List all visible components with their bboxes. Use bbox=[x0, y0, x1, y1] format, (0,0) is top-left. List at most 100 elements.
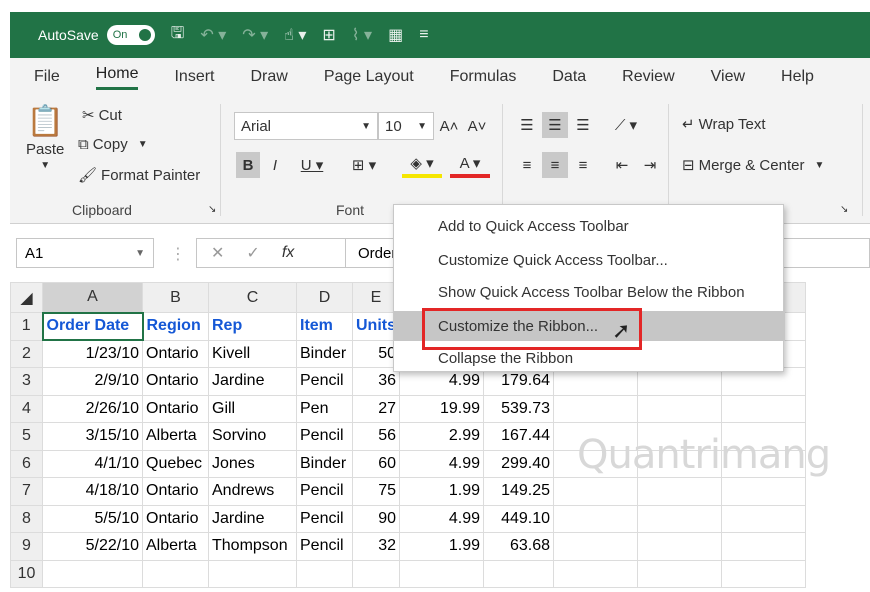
cell[interactable] bbox=[721, 394, 806, 423]
cell[interactable]: 4/18/10 bbox=[42, 477, 143, 506]
cell[interactable]: Andrews bbox=[208, 477, 297, 506]
cell[interactable]: Thompson bbox=[208, 532, 297, 561]
tab-review[interactable]: Review bbox=[622, 68, 674, 86]
cell[interactable]: Region bbox=[142, 312, 209, 341]
column-header[interactable]: C bbox=[208, 282, 297, 313]
cell[interactable]: 167.44 bbox=[483, 422, 554, 451]
cell[interactable] bbox=[637, 559, 722, 588]
cell[interactable]: 19.99 bbox=[399, 394, 484, 423]
row-header[interactable]: 3 bbox=[10, 367, 43, 396]
cell[interactable]: 1.99 bbox=[399, 477, 484, 506]
cell[interactable]: Order Date bbox=[41, 311, 144, 341]
dialog-launcher-icon[interactable]: ↘ bbox=[840, 204, 848, 215]
cell[interactable]: 5/5/10 bbox=[42, 504, 143, 533]
cell[interactable]: 5/22/10 bbox=[42, 532, 143, 561]
column-header[interactable]: A bbox=[42, 282, 143, 314]
cell[interactable]: 3/15/10 bbox=[42, 422, 143, 451]
autosave-toggle[interactable]: On bbox=[106, 25, 155, 45]
menu-item-customize-qat[interactable]: Customize Quick Access Toolbar... bbox=[394, 245, 785, 275]
cell[interactable]: Item bbox=[296, 312, 353, 341]
cell[interactable] bbox=[553, 504, 638, 533]
align-bottom-icon[interactable]: ☰ bbox=[572, 112, 594, 138]
customize-qat-icon[interactable]: ≡ bbox=[419, 26, 428, 44]
cell[interactable]: Pencil bbox=[296, 422, 353, 451]
row-header[interactable]: 4 bbox=[10, 394, 43, 423]
cell[interactable] bbox=[42, 559, 143, 588]
cell[interactable]: Quebec bbox=[142, 449, 209, 478]
cell[interactable] bbox=[142, 559, 209, 588]
cell[interactable]: Jones bbox=[208, 449, 297, 478]
tab-page-layout[interactable]: Page Layout bbox=[324, 68, 414, 86]
wrap-text-button[interactable]: ↵ Wrap Text bbox=[682, 115, 766, 134]
cell[interactable] bbox=[721, 532, 806, 561]
cell[interactable]: 75 bbox=[352, 477, 400, 506]
cell[interactable] bbox=[399, 559, 484, 588]
cell[interactable]: Pencil bbox=[296, 504, 353, 533]
cell[interactable] bbox=[296, 559, 353, 588]
increase-font-icon[interactable]: A˄ bbox=[438, 113, 460, 139]
cell[interactable] bbox=[721, 504, 806, 533]
cell[interactable]: 4/1/10 bbox=[42, 449, 143, 478]
italic-icon[interactable]: I bbox=[264, 152, 286, 178]
row-header[interactable]: 9 bbox=[10, 532, 43, 561]
borders-icon[interactable]: ⊞ ▾ bbox=[344, 152, 384, 178]
menu-item-show-qat-below[interactable]: Show Quick Access Toolbar Below the Ribb… bbox=[394, 277, 785, 307]
enter-icon[interactable]: ✓ bbox=[246, 243, 259, 263]
cell[interactable]: 449.10 bbox=[483, 504, 554, 533]
cell[interactable]: Gill bbox=[208, 394, 297, 423]
row-header[interactable]: 6 bbox=[10, 449, 43, 478]
cell[interactable] bbox=[553, 394, 638, 423]
cell[interactable]: 149.25 bbox=[483, 477, 554, 506]
cell[interactable]: 4.99 bbox=[399, 504, 484, 533]
cell[interactable]: Alberta bbox=[142, 422, 209, 451]
cell[interactable] bbox=[637, 477, 722, 506]
tab-insert[interactable]: Insert bbox=[174, 68, 214, 86]
calculator-icon[interactable]: ▦ bbox=[388, 25, 403, 45]
cell[interactable]: 2/9/10 bbox=[42, 367, 143, 396]
cell[interactable]: Jardine bbox=[208, 367, 297, 396]
cell[interactable]: 32 bbox=[352, 532, 400, 561]
paste-button[interactable]: 📋 Paste ▼ bbox=[26, 104, 64, 171]
cell[interactable] bbox=[637, 504, 722, 533]
cell[interactable]: Pen bbox=[296, 394, 353, 423]
hierarchy-icon[interactable]: ⊞ bbox=[322, 25, 335, 45]
name-box[interactable]: A1 ▼ bbox=[16, 238, 154, 268]
align-left-icon[interactable]: ≡ bbox=[516, 152, 538, 178]
font-size-select[interactable]: 10 ▼ bbox=[378, 112, 434, 140]
bold-icon[interactable]: B bbox=[236, 152, 260, 178]
fill-color-icon[interactable]: ◈ ▾ bbox=[402, 152, 442, 178]
row-header[interactable]: 1 bbox=[10, 312, 43, 341]
cell[interactable]: Ontario bbox=[142, 504, 209, 533]
cell[interactable]: Kivell bbox=[208, 339, 297, 368]
cell[interactable]: Pencil bbox=[296, 532, 353, 561]
undo-icon[interactable]: ↶ ▾ bbox=[200, 25, 226, 45]
cell[interactable] bbox=[352, 559, 400, 588]
align-top-icon[interactable]: ☰ bbox=[516, 112, 538, 138]
align-middle-icon[interactable]: ☰ bbox=[542, 112, 568, 138]
cell[interactable]: Ontario bbox=[142, 339, 209, 368]
chart-icon[interactable]: ⌇ ▾ bbox=[352, 25, 372, 45]
cell[interactable] bbox=[483, 559, 554, 588]
row-header[interactable]: 10 bbox=[10, 559, 43, 588]
dialog-launcher-icon[interactable]: ↘ bbox=[208, 204, 216, 215]
font-name-select[interactable]: Arial ▼ bbox=[234, 112, 378, 140]
cell[interactable] bbox=[721, 559, 806, 588]
cell[interactable]: Ontario bbox=[142, 394, 209, 423]
column-header[interactable]: B bbox=[142, 282, 209, 313]
select-all-corner[interactable]: ◢ bbox=[10, 282, 43, 313]
increase-indent-icon[interactable]: ⇥ bbox=[638, 152, 662, 178]
cell[interactable]: 539.73 bbox=[483, 394, 554, 423]
row-header[interactable]: 5 bbox=[10, 422, 43, 451]
cancel-icon[interactable]: ✕ bbox=[211, 243, 224, 263]
cut-button[interactable]: ✂ Cut bbox=[82, 106, 122, 125]
tab-help[interactable]: Help bbox=[781, 68, 814, 86]
save-icon[interactable]: 🖫 bbox=[171, 22, 185, 49]
cell[interactable] bbox=[721, 477, 806, 506]
decrease-indent-icon[interactable]: ⇤ bbox=[610, 152, 634, 178]
menu-item-add-to-qat[interactable]: Add to Quick Access Toolbar bbox=[394, 211, 785, 241]
cell[interactable]: Binder bbox=[296, 449, 353, 478]
cell[interactable]: Pencil bbox=[296, 477, 353, 506]
column-header[interactable]: D bbox=[296, 282, 353, 313]
cell[interactable]: 1.99 bbox=[399, 532, 484, 561]
format-painter-button[interactable]: 🖌 Format Painter bbox=[78, 166, 200, 185]
